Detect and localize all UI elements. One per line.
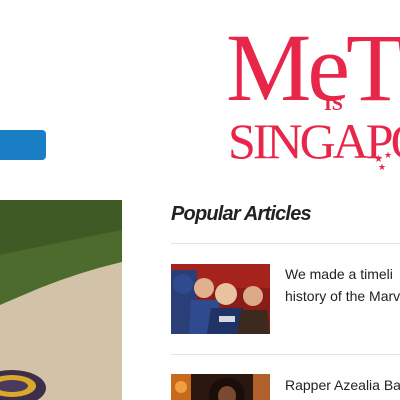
divider [171,354,400,355]
article-title[interactable]: We made a timeli history of the Marv [285,263,400,307]
avengers-thumbnail [171,264,270,334]
svg-text:IS: IS [324,93,343,115]
svg-text:★: ★ [378,162,386,172]
hero-photo [0,200,122,400]
hero-image[interactable] [0,200,122,400]
primary-button[interactable] [0,130,46,160]
svg-text:★: ★ [384,150,392,160]
promo-banner[interactable]: MeTH IS SINGAPO ★ ★ ★ [220,0,400,185]
article-thumbnail[interactable] [171,374,270,400]
divider [171,243,400,244]
svg-text:MeTH: MeTH [226,14,400,121]
section-title: Popular Articles [171,203,312,225]
article-title[interactable]: Rapper Azealia Ba [285,374,400,396]
article-thumbnail[interactable] [171,264,270,334]
azealia-thumbnail [171,374,270,400]
mothership-logo: MeTH IS SINGAPO ★ ★ ★ [226,14,400,172]
